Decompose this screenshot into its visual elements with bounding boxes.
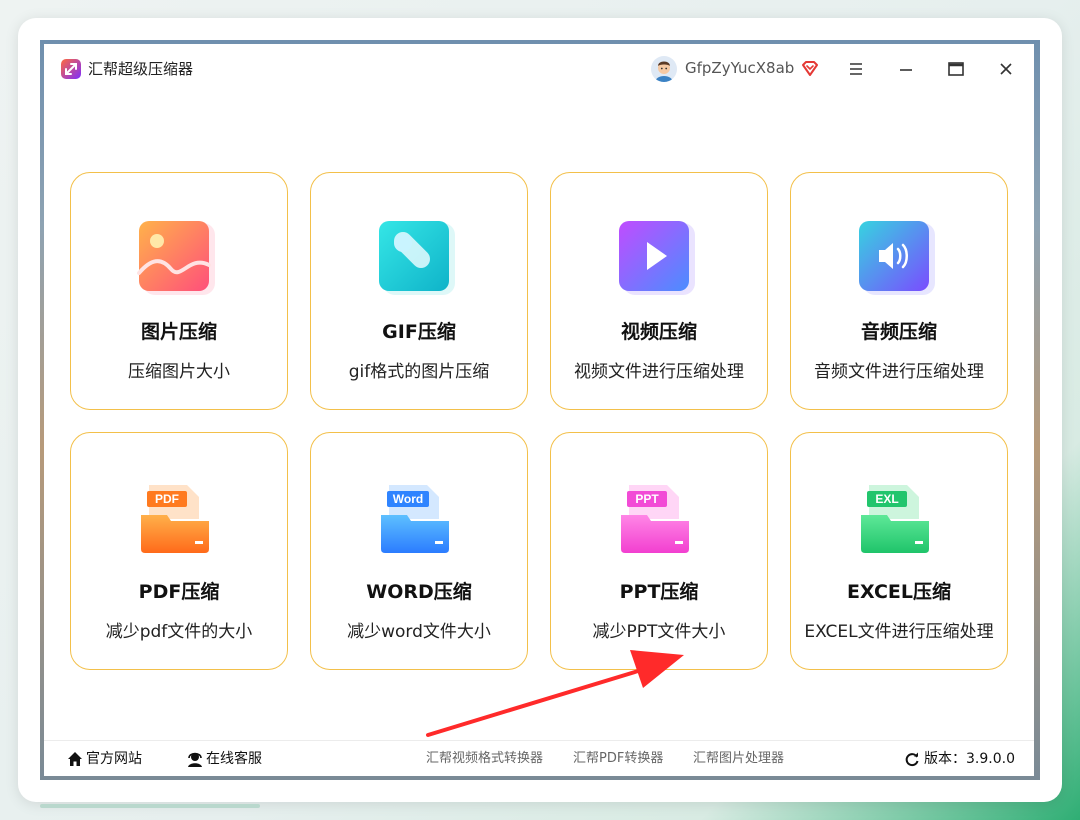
refresh-icon: [905, 752, 919, 767]
card-title: WORD压缩: [366, 581, 472, 603]
card-title: 音频压缩: [860, 321, 937, 343]
official-website-label: 官方网站: [86, 751, 142, 767]
tool-card-pdf[interactable]: PDF PDF压缩 减少pdf文件的大小: [70, 432, 288, 670]
pdf-folder-icon: PDF: [137, 479, 215, 557]
card-description: gif格式的图片压缩: [348, 362, 490, 382]
video-play-icon: [617, 219, 695, 297]
app-logo-icon: [61, 59, 81, 79]
online-support-label: 在线客服: [206, 751, 262, 767]
card-description: 减少PPT文件大小: [592, 622, 726, 642]
card-description: 减少word文件大小: [347, 622, 491, 642]
maximize-icon: [948, 62, 964, 76]
username[interactable]: GfpZyYucX8ab: [685, 58, 794, 78]
gif-icon: [377, 219, 455, 297]
user-avatar[interactable]: [651, 56, 677, 82]
word-folder-icon: Word: [377, 479, 455, 557]
tool-card-audio[interactable]: 音频压缩 音频文件进行压缩处理: [790, 172, 1008, 410]
customer-service-icon: [188, 752, 202, 767]
card-description: EXCEL文件进行压缩处理: [804, 622, 994, 642]
card-title: 图片压缩: [140, 321, 217, 343]
tool-card-gif[interactable]: GIF压缩 gif格式的图片压缩: [310, 172, 528, 410]
menu-button[interactable]: [844, 57, 868, 81]
close-icon: [1000, 63, 1012, 75]
excel-badge-text: EXL: [875, 492, 898, 506]
ppt-folder-icon: PPT: [617, 479, 695, 557]
title-bar: 汇帮超级压缩器 GfpZyYucX8ab: [44, 44, 1034, 94]
tool-card-image[interactable]: 图片压缩 压缩图片大小: [70, 172, 288, 410]
word-badge-text: Word: [393, 492, 423, 506]
card-title: EXCEL压缩: [847, 581, 951, 603]
card-description: 减少pdf文件的大小: [105, 622, 253, 642]
close-button[interactable]: [994, 57, 1018, 81]
footer-app-pdf-converter[interactable]: 汇帮PDF转换器: [573, 751, 663, 767]
excel-folder-icon: EXL: [857, 479, 935, 557]
tool-card-word[interactable]: Word WORD压缩 减少word文件大小: [310, 432, 528, 670]
card-title: PDF压缩: [138, 581, 220, 603]
minimize-button[interactable]: [894, 57, 918, 81]
tool-card-ppt[interactable]: PPT PPT压缩 减少PPT文件大小: [550, 432, 768, 670]
maximize-button[interactable]: [944, 57, 968, 81]
footer-bar: 官方网站 在线客服 汇帮视频格式转换器 汇帮PDF转换器 汇帮图片处理器 版本：…: [44, 740, 1034, 777]
footer-app-video-converter[interactable]: 汇帮视频格式转换器: [426, 751, 543, 767]
speaker-icon: [857, 219, 935, 297]
card-description: 视频文件进行压缩处理: [574, 362, 744, 382]
app-window: 汇帮超级压缩器 GfpZyYucX8ab 图片压缩 压缩图片大小 GIF压缩 g…: [44, 44, 1034, 776]
tool-card-excel[interactable]: EXL EXCEL压缩 EXCEL文件进行压缩处理: [790, 432, 1008, 670]
app-title: 汇帮超级压缩器: [88, 60, 194, 78]
image-icon: [137, 219, 215, 297]
ppt-badge-text: PPT: [635, 492, 659, 506]
minimize-icon: [900, 69, 912, 71]
pdf-badge-text: PDF: [155, 492, 179, 506]
version-label: 版本：3.9.0.0: [924, 751, 1015, 767]
card-title: 视频压缩: [620, 321, 697, 343]
card-description: 音频文件进行压缩处理: [814, 362, 984, 382]
card-description: 压缩图片大小: [128, 362, 230, 382]
card-title: GIF压缩: [382, 321, 456, 343]
home-icon: [68, 752, 82, 766]
card-title: PPT压缩: [619, 581, 699, 603]
footer-app-image-processor[interactable]: 汇帮图片处理器: [693, 751, 784, 767]
vip-diamond-icon[interactable]: [800, 59, 820, 83]
tool-card-video[interactable]: 视频压缩 视频文件进行压缩处理: [550, 172, 768, 410]
hamburger-icon: [850, 63, 862, 75]
horizontal-scroll-indicator: [40, 804, 260, 808]
